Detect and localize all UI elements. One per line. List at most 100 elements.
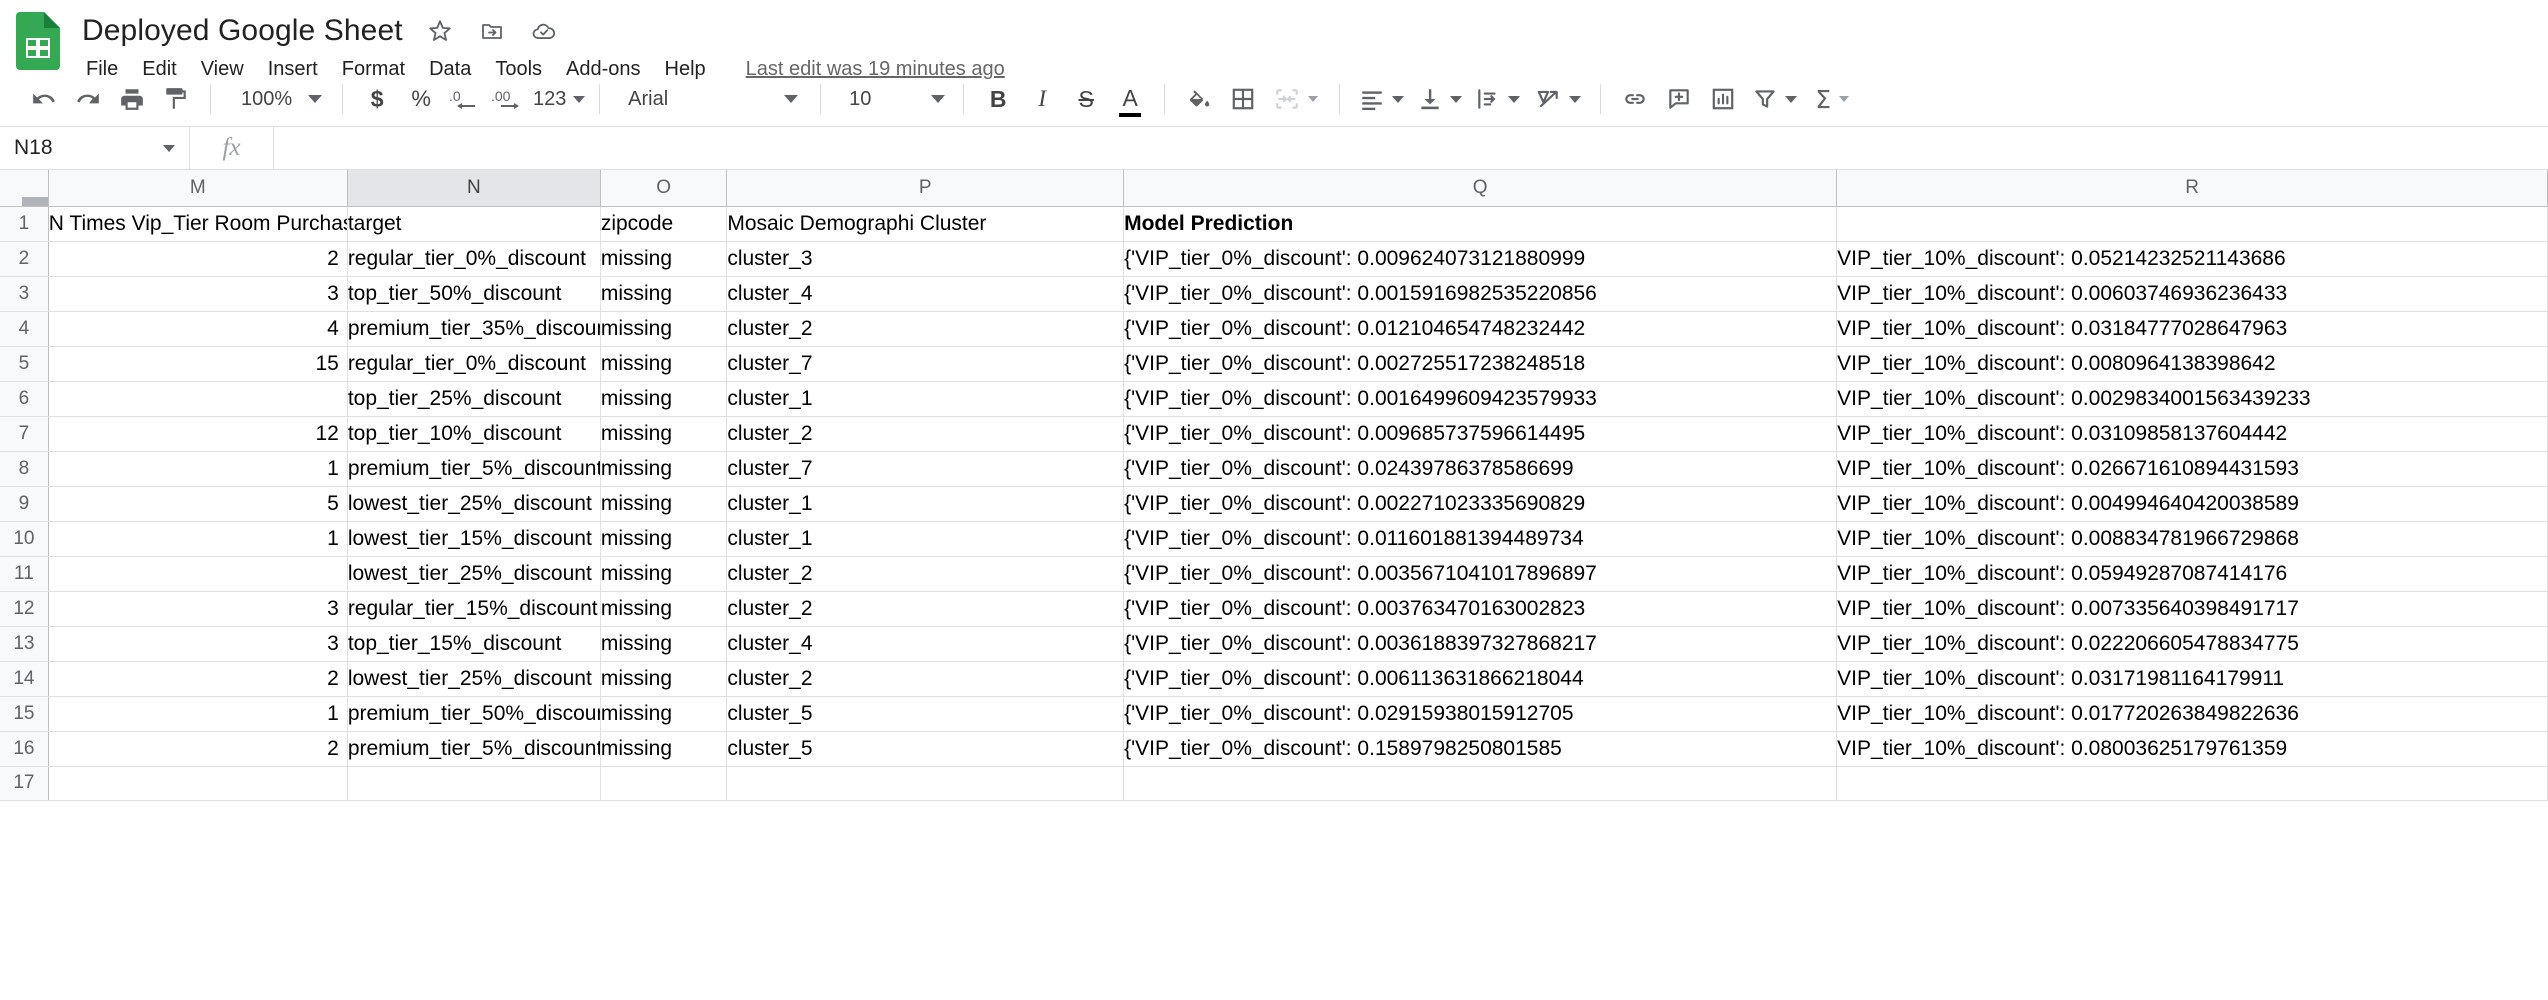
cell-O4[interactable]: missing xyxy=(600,311,727,346)
fill-color-icon[interactable] xyxy=(1177,77,1221,121)
cell-N9[interactable]: lowest_tier_25%_discount xyxy=(347,486,600,521)
cell-M6[interactable] xyxy=(48,381,347,416)
cell-R6[interactable]: VIP_tier_10%_discount': 0.00298340015634… xyxy=(1837,381,2548,416)
insert-comment-icon[interactable] xyxy=(1657,77,1701,121)
star-icon[interactable] xyxy=(421,12,459,50)
cell-M3[interactable]: 3 xyxy=(48,276,347,311)
cell-M2[interactable]: 2 xyxy=(48,241,347,276)
row-header-17[interactable]: 17 xyxy=(0,766,48,800)
row-header-3[interactable]: 3 xyxy=(0,276,48,311)
row-header-16[interactable]: 16 xyxy=(0,731,48,766)
text-rotation-icon[interactable] xyxy=(1526,77,1588,121)
cell-N14[interactable]: lowest_tier_25%_discount xyxy=(347,661,600,696)
column-header-o[interactable]: O xyxy=(600,170,727,206)
cell-N7[interactable]: top_tier_10%_discount xyxy=(347,416,600,451)
cell-M13[interactable]: 3 xyxy=(48,626,347,661)
cell-O17[interactable] xyxy=(600,766,727,800)
text-wrapping-icon[interactable] xyxy=(1468,77,1526,121)
font-family-selector[interactable]: Arial xyxy=(612,77,808,121)
cell-P9[interactable]: cluster_1 xyxy=(727,486,1124,521)
currency-format-button[interactable]: $ xyxy=(355,77,399,121)
cell-O16[interactable]: missing xyxy=(600,731,727,766)
row-header-15[interactable]: 15 xyxy=(0,696,48,731)
row-header-5[interactable]: 5 xyxy=(0,346,48,381)
cell-N10[interactable]: lowest_tier_15%_discount xyxy=(347,521,600,556)
cell-M7[interactable]: 12 xyxy=(48,416,347,451)
column-header-m[interactable]: M xyxy=(48,170,347,206)
cell-Q3[interactable]: {'VIP_tier_0%_discount': 0.0015916982535… xyxy=(1124,276,1837,311)
row-header-2[interactable]: 2 xyxy=(0,241,48,276)
cell-Q16[interactable]: {'VIP_tier_0%_discount': 0.1589798250801… xyxy=(1124,731,1837,766)
cell-R10[interactable]: VIP_tier_10%_discount': 0.00883478196672… xyxy=(1837,521,2548,556)
cell-O9[interactable]: missing xyxy=(600,486,727,521)
cell-Q13[interactable]: {'VIP_tier_0%_discount': 0.0036188397327… xyxy=(1124,626,1837,661)
cell-Q17[interactable] xyxy=(1124,766,1837,800)
cell-R17[interactable] xyxy=(1837,766,2548,800)
cell-O10[interactable]: missing xyxy=(600,521,727,556)
cell-R5[interactable]: VIP_tier_10%_discount': 0.00809641383986… xyxy=(1837,346,2548,381)
cell-R1[interactable] xyxy=(1837,206,2548,241)
text-color-button[interactable]: A xyxy=(1108,77,1152,121)
cell-N5[interactable]: regular_tier_0%_discount xyxy=(347,346,600,381)
cell-P8[interactable]: cluster_7 xyxy=(727,451,1124,486)
row-header-11[interactable]: 11 xyxy=(0,556,48,591)
row-header-7[interactable]: 7 xyxy=(0,416,48,451)
cell-O3[interactable]: missing xyxy=(600,276,727,311)
cloud-saved-icon[interactable] xyxy=(525,12,563,50)
cell-Q1[interactable]: Model Prediction xyxy=(1124,206,1837,241)
cell-R13[interactable]: VIP_tier_10%_discount': 0.02220660547883… xyxy=(1837,626,2548,661)
cell-M5[interactable]: 15 xyxy=(48,346,347,381)
cell-Q10[interactable]: {'VIP_tier_0%_discount': 0.0116018813944… xyxy=(1124,521,1837,556)
row-header-1[interactable]: 1 xyxy=(0,206,48,241)
insert-chart-icon[interactable] xyxy=(1701,77,1745,121)
vertical-align-icon[interactable] xyxy=(1410,77,1468,121)
cell-R16[interactable]: VIP_tier_10%_discount': 0.08003625179761… xyxy=(1837,731,2548,766)
cell-N15[interactable]: premium_tier_50%_discount xyxy=(347,696,600,731)
column-header-q[interactable]: Q xyxy=(1124,170,1837,206)
row-header-14[interactable]: 14 xyxy=(0,661,48,696)
spreadsheet-grid[interactable]: MNOPQR 1N Times Vip_Tier Room Purchasedt… xyxy=(0,170,2548,945)
row-header-4[interactable]: 4 xyxy=(0,311,48,346)
cell-N3[interactable]: top_tier_50%_discount xyxy=(347,276,600,311)
cell-N11[interactable]: lowest_tier_25%_discount xyxy=(347,556,600,591)
cell-O8[interactable]: missing xyxy=(600,451,727,486)
cell-R7[interactable]: VIP_tier_10%_discount': 0.03109858137604… xyxy=(1837,416,2548,451)
cell-N2[interactable]: regular_tier_0%_discount xyxy=(347,241,600,276)
cell-M16[interactable]: 2 xyxy=(48,731,347,766)
cell-O5[interactable]: missing xyxy=(600,346,727,381)
decrease-decimal-button[interactable]: .0 xyxy=(443,77,487,121)
increase-decimal-button[interactable]: .00 xyxy=(487,77,531,121)
cell-N16[interactable]: premium_tier_5%_discount xyxy=(347,731,600,766)
column-header-p[interactable]: P xyxy=(727,170,1124,206)
cell-O15[interactable]: missing xyxy=(600,696,727,731)
cell-Q8[interactable]: {'VIP_tier_0%_discount': 0.0243978637858… xyxy=(1124,451,1837,486)
cell-P15[interactable]: cluster_5 xyxy=(727,696,1124,731)
paint-format-icon[interactable] xyxy=(154,77,198,121)
cell-P7[interactable]: cluster_2 xyxy=(727,416,1124,451)
cell-M9[interactable]: 5 xyxy=(48,486,347,521)
select-all-corner[interactable] xyxy=(0,170,48,206)
cell-R11[interactable]: VIP_tier_10%_discount': 0.05949287087414… xyxy=(1837,556,2548,591)
cell-P12[interactable]: cluster_2 xyxy=(727,591,1124,626)
cell-R8[interactable]: VIP_tier_10%_discount': 0.02667161089443… xyxy=(1837,451,2548,486)
cell-Q11[interactable]: {'VIP_tier_0%_discount': 0.0035671041017… xyxy=(1124,556,1837,591)
cell-O13[interactable]: missing xyxy=(600,626,727,661)
cell-O12[interactable]: missing xyxy=(600,591,727,626)
cell-Q7[interactable]: {'VIP_tier_0%_discount': 0.0096857375966… xyxy=(1124,416,1837,451)
redo-icon[interactable] xyxy=(66,77,110,121)
row-header-9[interactable]: 9 xyxy=(0,486,48,521)
horizontal-align-icon[interactable] xyxy=(1352,77,1410,121)
cell-P13[interactable]: cluster_4 xyxy=(727,626,1124,661)
cell-P2[interactable]: cluster_3 xyxy=(727,241,1124,276)
cell-P10[interactable]: cluster_1 xyxy=(727,521,1124,556)
cell-Q5[interactable]: {'VIP_tier_0%_discount': 0.0027255172382… xyxy=(1124,346,1837,381)
filter-icon[interactable] xyxy=(1745,77,1803,121)
row-header-10[interactable]: 10 xyxy=(0,521,48,556)
name-box[interactable]: N18 xyxy=(0,127,190,169)
cell-O11[interactable]: missing xyxy=(600,556,727,591)
cell-P5[interactable]: cluster_7 xyxy=(727,346,1124,381)
document-title[interactable]: Deployed Google Sheet xyxy=(82,14,407,48)
cell-M4[interactable]: 4 xyxy=(48,311,347,346)
formula-input[interactable] xyxy=(274,127,2548,169)
cell-N12[interactable]: regular_tier_15%_discount xyxy=(347,591,600,626)
